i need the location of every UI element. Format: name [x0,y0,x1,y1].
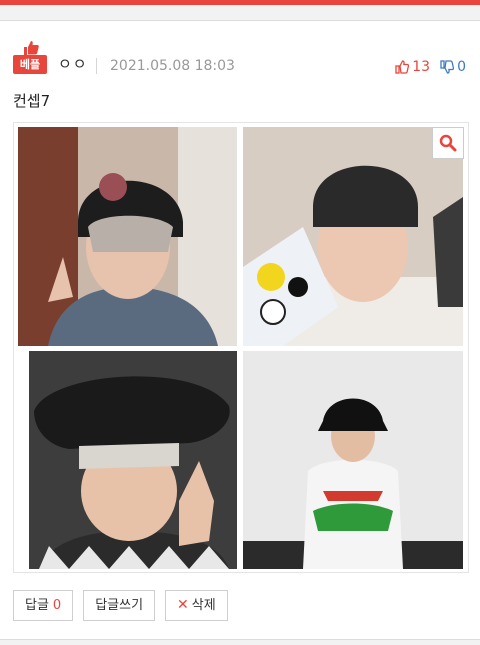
image-collage[interactable] [13,122,469,573]
reply-button[interactable]: 답글 0 [13,590,74,621]
top-accent-bar [0,0,480,5]
reply-label: 답글 [25,598,49,613]
x-icon: ✕ [177,597,189,613]
reply-count: 0 [52,598,62,613]
downvote-count: 0 [457,59,466,75]
delete-label: 삭제 [191,598,216,613]
delete-button[interactable]: ✕ 삭제 [165,590,228,621]
photo-1 [18,127,237,346]
photo-4 [243,351,463,569]
downvote-button[interactable]: 0 [440,58,466,76]
thumb-down-icon [440,60,455,74]
comment-panel: 베플 ㅇㅇ 2021.05.08 18:03 13 0 컨셉7 답글 0 답글쓰… [0,20,480,640]
photo-3 [29,351,237,569]
comment-text: 컨셉7 [13,92,51,110]
vote-group: 13 0 [395,58,466,76]
thumb-up-icon [395,60,410,74]
upvote-count: 13 [412,59,431,75]
post-date: 2021.05.08 18:03 [110,58,235,74]
thumb-up-icon [24,41,39,55]
comment-actions: 답글 0 답글쓰기 ✕ 삭제 [13,590,238,621]
photo-2 [243,127,463,346]
author-name[interactable]: ㅇㅇ [58,55,88,73]
divider [96,58,97,74]
write-reply-label: 답글쓰기 [95,598,144,613]
zoom-button[interactable] [432,127,464,159]
best-badge-label: 베플 [13,55,47,74]
upvote-button[interactable]: 13 [395,58,430,76]
write-reply-button[interactable]: 답글쓰기 [83,590,156,621]
magnifier-icon [439,134,457,152]
